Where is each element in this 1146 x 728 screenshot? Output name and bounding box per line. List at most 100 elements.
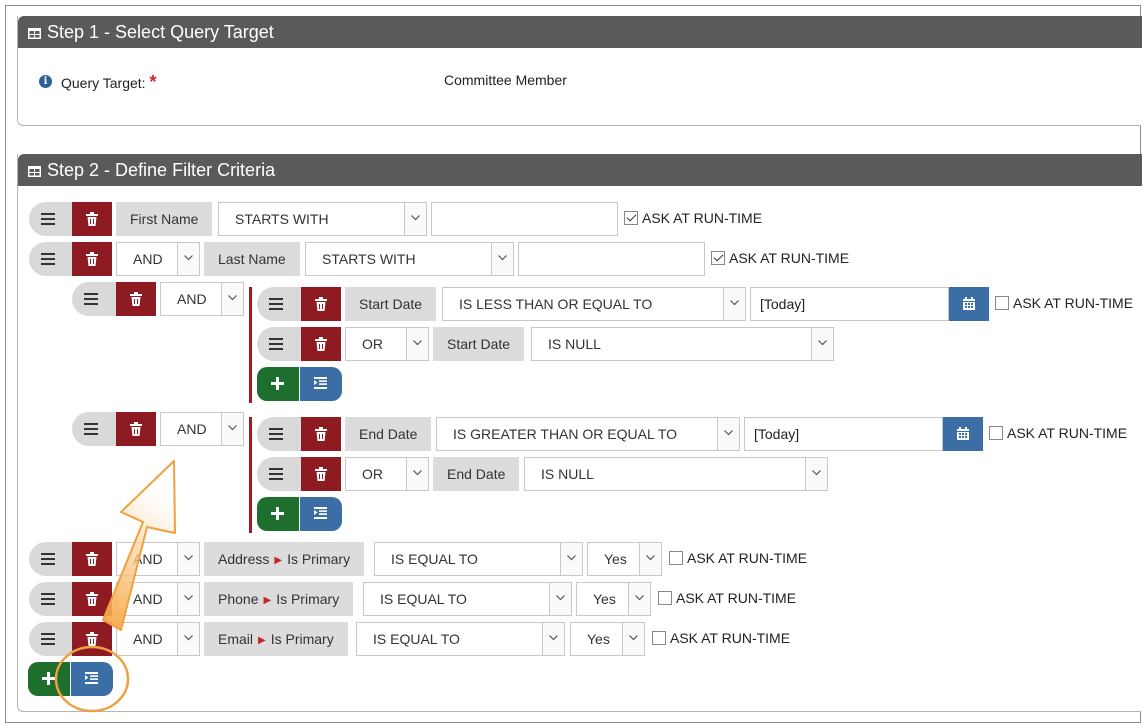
ask-at-runtime-checkbox[interactable]: ASK AT RUN-TIME — [624, 210, 762, 230]
add-criteria-button[interactable] — [257, 497, 299, 531]
checkbox-unchecked[interactable] — [989, 426, 1003, 440]
trash-icon — [86, 632, 98, 646]
calendar-button[interactable] — [943, 417, 983, 451]
caret-right-icon: ▶ — [274, 555, 283, 566]
value-select[interactable]: Yes — [570, 622, 645, 656]
chevron-down-icon — [560, 543, 582, 575]
field-label: Phone ▶ Is Primary — [204, 582, 354, 616]
operator-value: IS NULL — [541, 466, 594, 482]
value-select[interactable]: Yes — [576, 582, 651, 616]
ask-label: ASK AT RUN-TIME — [729, 250, 850, 266]
drag-handle-icon — [269, 428, 283, 440]
field-label: First Name — [116, 202, 213, 236]
chevron-down-icon — [177, 583, 199, 615]
drag-handle[interactable] — [257, 327, 307, 361]
ask-at-runtime-checkbox[interactable]: ASK AT RUN-TIME — [989, 425, 1127, 445]
table-icon — [28, 28, 41, 39]
conjunction-value: AND — [177, 291, 207, 307]
delete-button[interactable] — [72, 542, 112, 576]
ask-label: ASK AT RUN-TIME — [1013, 295, 1134, 311]
checkbox-unchecked[interactable] — [669, 551, 683, 565]
checkbox-checked[interactable] — [711, 251, 725, 265]
add-criteria-button[interactable] — [28, 662, 70, 696]
conjunction-select[interactable]: AND — [116, 542, 200, 576]
step1-header[interactable]: Step 1 - Select Query Target — [18, 16, 1142, 48]
value-selected: Yes — [587, 631, 610, 647]
operator-select[interactable]: IS NULL — [531, 327, 834, 361]
conjunction-select[interactable]: OR — [345, 327, 429, 361]
conjunction-select[interactable]: AND — [160, 282, 244, 316]
delete-button[interactable] — [72, 202, 112, 236]
step2-header[interactable]: Step 2 - Define Filter Criteria — [18, 154, 1142, 186]
operator-value: STARTS WITH — [235, 211, 329, 227]
delete-button[interactable] — [72, 242, 112, 276]
add-group-button[interactable] — [300, 497, 342, 531]
plus-icon — [271, 507, 284, 520]
drag-handle[interactable] — [257, 457, 307, 491]
operator-select[interactable]: IS EQUAL TO — [356, 622, 565, 656]
conjunction-select[interactable]: AND — [116, 622, 200, 656]
chevron-down-icon — [639, 543, 661, 575]
field-label: End Date — [345, 417, 432, 451]
delete-button[interactable] — [72, 582, 112, 616]
conjunction-select[interactable]: AND — [116, 582, 200, 616]
delete-button[interactable] — [301, 457, 341, 491]
ask-at-runtime-checkbox[interactable]: ASK AT RUN-TIME — [652, 630, 790, 650]
checkbox-checked[interactable] — [624, 211, 638, 225]
ask-at-runtime-checkbox[interactable]: ASK AT RUN-TIME — [711, 250, 849, 270]
chevron-down-icon — [622, 623, 644, 655]
date-value-input[interactable]: [Today] — [750, 287, 949, 321]
delete-button[interactable] — [116, 282, 156, 316]
operator-select[interactable]: STARTS WITH — [218, 202, 427, 236]
calendar-button[interactable] — [949, 287, 989, 321]
drag-handle-icon — [41, 213, 55, 225]
plus-icon — [271, 377, 284, 390]
conjunction-select[interactable]: AND — [116, 242, 200, 276]
operator-select[interactable]: IS EQUAL TO — [363, 582, 572, 616]
delete-button[interactable] — [301, 417, 341, 451]
required-marker: * — [149, 72, 157, 92]
plus-icon — [42, 672, 55, 685]
trash-icon — [130, 422, 142, 436]
conjunction-select[interactable]: OR — [345, 457, 429, 491]
drag-handle[interactable] — [257, 417, 307, 451]
ask-at-runtime-checkbox[interactable]: ASK AT RUN-TIME — [658, 590, 796, 610]
checkbox-unchecked[interactable] — [658, 591, 672, 605]
step1-panel: Step 1 - Select Query Target i Query Tar… — [17, 16, 1142, 126]
add-criteria-button[interactable] — [257, 367, 299, 401]
ask-label: ASK AT RUN-TIME — [1007, 425, 1128, 441]
conjunction-value: AND — [133, 631, 163, 647]
ask-at-runtime-checkbox[interactable]: ASK AT RUN-TIME — [669, 550, 807, 570]
date-value-input[interactable]: [Today] — [744, 417, 943, 451]
field-label: End Date — [433, 457, 520, 491]
value-input[interactable] — [431, 202, 618, 236]
conjunction-select[interactable]: AND — [160, 412, 244, 446]
delete-button[interactable] — [301, 327, 341, 361]
value-input[interactable] — [518, 242, 705, 276]
delete-button[interactable] — [116, 412, 156, 446]
checkbox-unchecked[interactable] — [652, 631, 666, 645]
field-parent: Address — [218, 551, 270, 567]
add-group-button[interactable] — [71, 662, 113, 696]
add-group-button[interactable] — [300, 367, 342, 401]
delete-button[interactable] — [72, 622, 112, 656]
info-icon[interactable]: i — [39, 75, 52, 88]
drag-handle[interactable] — [257, 287, 307, 321]
field-child: Is Primary — [287, 551, 351, 567]
drag-handle-icon — [41, 593, 55, 605]
operator-select[interactable]: IS NULL — [524, 457, 828, 491]
delete-button[interactable] — [301, 287, 341, 321]
operator-select[interactable]: STARTS WITH — [305, 242, 514, 276]
checkbox-unchecked[interactable] — [995, 296, 1009, 310]
trash-icon — [315, 467, 327, 481]
indent-icon — [314, 507, 327, 519]
operator-select[interactable]: IS LESS THAN OR EQUAL TO — [442, 287, 746, 321]
operator-value: IS EQUAL TO — [373, 631, 460, 647]
value-select[interactable]: Yes — [587, 542, 662, 576]
field-parent: Phone — [218, 591, 259, 607]
operator-select[interactable]: IS EQUAL TO — [374, 542, 583, 576]
ask-at-runtime-checkbox[interactable]: ASK AT RUN-TIME — [995, 295, 1133, 315]
operator-select[interactable]: IS GREATER THAN OR EQUAL TO — [436, 417, 740, 451]
field-label: Last Name — [204, 242, 300, 276]
chevron-down-icon — [491, 243, 513, 275]
